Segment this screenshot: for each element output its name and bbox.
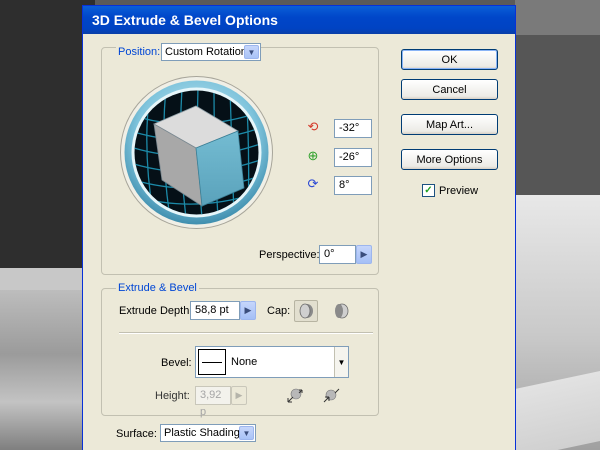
rotation-track-cube[interactable] — [120, 76, 273, 229]
dialog-title: 3D Extrude & Bevel Options — [83, 6, 515, 34]
rotation-y-input[interactable]: -26° — [334, 148, 372, 167]
cap-off-button[interactable] — [329, 300, 353, 322]
position-preset-select[interactable]: Custom Rotation ▼ — [161, 43, 261, 61]
extrude-divider — [119, 332, 373, 334]
bg-region — [0, 290, 95, 450]
rotation-x-input[interactable]: -32° — [334, 119, 372, 138]
map-art-button[interactable]: Map Art... — [401, 114, 498, 135]
x-axis-rotation-icon: ⟲ — [307, 119, 319, 134]
cap-on-button[interactable] — [294, 300, 318, 322]
bg-region — [515, 0, 600, 35]
bevel-extent-out-button[interactable] — [283, 385, 307, 407]
chevron-down-icon[interactable]: ▼ — [244, 45, 259, 59]
bevel-extent-in-button[interactable] — [319, 385, 343, 407]
position-legend: Position: — [116, 46, 163, 58]
surface-select[interactable]: Plastic Shading ▼ — [160, 424, 256, 442]
bevel-select[interactable]: None ▼ — [195, 346, 349, 378]
preview-label: Preview — [439, 185, 479, 197]
y-axis-rotation-icon: ⊕ — [307, 148, 319, 163]
perspective-label: Perspective: — [259, 249, 320, 261]
bevel-label: Bevel: — [161, 357, 192, 369]
bevel-preview — [198, 349, 226, 375]
position-preset-value: Custom Rotation — [165, 46, 247, 58]
chevron-down-icon[interactable]: ▼ — [334, 347, 348, 377]
bg-region — [0, 268, 95, 290]
surface-value: Plastic Shading — [164, 427, 240, 439]
more-options-button[interactable]: More Options — [401, 149, 498, 170]
height-label: Height: — [155, 390, 190, 402]
perspective-slider-button[interactable]: ▶ — [356, 245, 372, 264]
cap-off-icon — [335, 303, 349, 319]
chevron-down-icon[interactable]: ▼ — [239, 426, 254, 440]
bevel-height-slider-button[interactable]: ▶ — [231, 386, 247, 405]
bg-region — [0, 0, 95, 268]
extrude-bevel-legend: Extrude & Bevel — [116, 282, 199, 294]
extrude-depth-label: Extrude Depth: — [119, 305, 193, 317]
z-axis-rotation-icon: ⟳ — [307, 176, 319, 191]
preview-checkbox[interactable]: ✓ — [422, 184, 435, 197]
rotation-z-input[interactable]: 8° — [334, 176, 372, 195]
cap-label: Cap: — [267, 305, 291, 317]
bevel-extent-out-icon — [287, 388, 303, 403]
bevel-value: None — [231, 356, 258, 368]
bevel-height-input[interactable]: 3,92 p — [195, 386, 231, 418]
extrude-bevel-dialog: 3D Extrude & Bevel Options Position: Cus… — [82, 5, 516, 450]
surface-label: Surface: — [116, 428, 157, 440]
cube-preview-icon — [120, 76, 273, 229]
cap-on-icon — [299, 303, 313, 319]
bevel-extent-in-icon — [323, 388, 340, 403]
bg-region — [515, 35, 600, 195]
perspective-input[interactable]: 0° — [319, 245, 356, 264]
cancel-button[interactable]: Cancel — [401, 79, 498, 100]
extrude-depth-slider-button[interactable]: ▶ — [240, 301, 256, 320]
ok-button[interactable]: OK — [401, 49, 498, 70]
extrude-depth-input[interactable]: 58,8 pt — [190, 301, 240, 320]
